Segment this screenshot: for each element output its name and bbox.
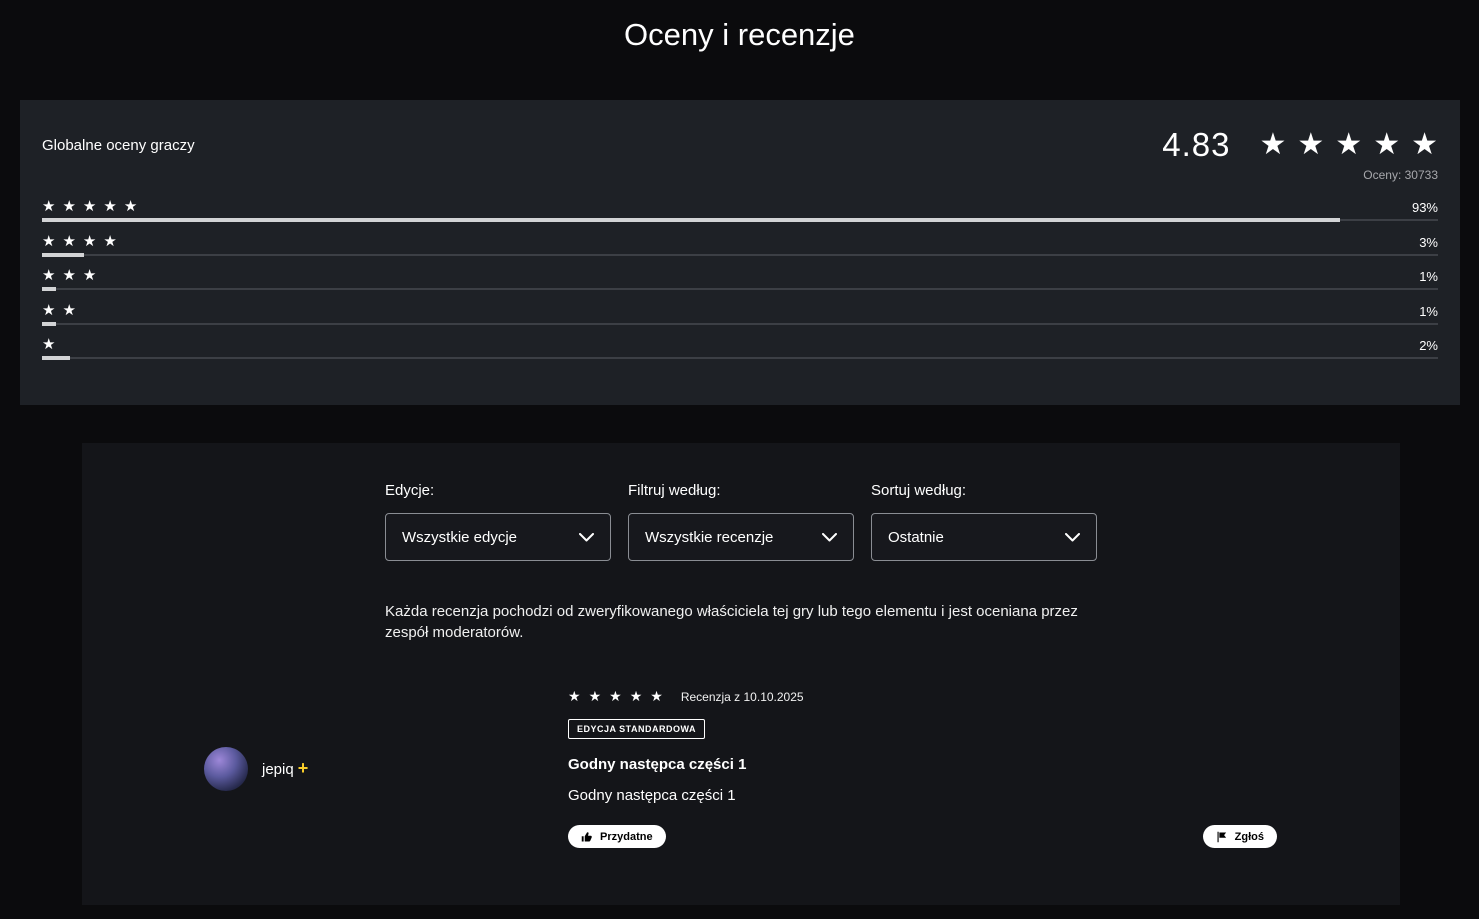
star-icon: ★ (589, 688, 602, 704)
star-icon: ★ (62, 198, 75, 215)
review-header: ★ ★ ★ ★ ★ Recenzja z 10.10.2025 (568, 689, 1277, 705)
star-icon: ★ (1259, 128, 1286, 161)
filter-by-dropdown[interactable]: Wszystkie recenzje (628, 513, 854, 561)
rating-row-3-stars: ★ ★ ★ 1% (42, 268, 1438, 303)
rating-row-4-stars: ★ ★ ★ ★ 3% (42, 234, 1438, 269)
rating-bar-fill (42, 253, 84, 257)
editions-label: Edycje: (385, 482, 611, 499)
filter-group-editions: Edycje: Wszystkie edycje (385, 482, 611, 561)
reviews-panel: Edycje: Wszystkie edycje Filtruj według:… (82, 443, 1400, 905)
rating-percent: 1% (1419, 304, 1438, 319)
rating-row-1-stars: ★ 2% (42, 337, 1438, 372)
chevron-down-icon (822, 533, 837, 542)
rating-bar (42, 219, 1438, 221)
editions-dropdown[interactable]: Wszystkie edycje (385, 513, 611, 561)
rating-row-stars: ★★ (42, 303, 83, 319)
report-button[interactable]: Zgłoś (1203, 825, 1277, 848)
edition-badge: EDYCJA STANDARDOWA (568, 719, 705, 739)
sort-by-label: Sortuj według: (871, 482, 1097, 499)
star-icon: ★ (609, 688, 622, 704)
rating-percent: 1% (1419, 269, 1438, 284)
filter-group-filter-by: Filtruj według: Wszystkie recenzje (628, 482, 854, 561)
star-icon: ★ (62, 302, 75, 319)
review-body: Godny następca części 1 (568, 787, 1277, 804)
star-icon: ★ (83, 267, 96, 284)
star-icon: ★ (42, 302, 55, 319)
star-icon: ★ (103, 198, 116, 215)
star-icon: ★ (103, 233, 116, 250)
star-icon: ★ (42, 336, 55, 353)
rating-row-5-stars: ★ ★ ★ ★ ★ 93% (42, 199, 1438, 234)
star-icon: ★ (62, 233, 75, 250)
helpful-button[interactable]: Przydatne (568, 825, 666, 848)
page-title: Oceny i recenzje (0, 0, 1479, 56)
review-item: jepiq+ ★ ★ ★ ★ ★ Recenzja z 10.10.2025 EDYCJ… (82, 689, 1400, 848)
star-icon: ★ (42, 233, 55, 250)
username-wrap: jepiq+ (262, 759, 308, 779)
rating-bar (42, 254, 1438, 256)
report-button-label: Zgłoś (1235, 831, 1264, 843)
star-icon: ★ (568, 688, 581, 704)
review-date: Recenzja z 10.10.2025 (681, 690, 804, 704)
ps-plus-icon: + (298, 758, 309, 778)
star-icon: ★ (83, 198, 96, 215)
review-main: ★ ★ ★ ★ ★ Recenzja z 10.10.2025 EDYCJA STAND… (568, 689, 1277, 848)
rating-percent: 3% (1419, 235, 1438, 250)
reviews-disclaimer: Każda recenzja pochodzi od zweryfikowane… (385, 601, 1090, 643)
review-title: Godny następca części 1 (568, 756, 1277, 773)
star-icon: ★ (42, 267, 55, 284)
star-icon: ★ (62, 267, 75, 284)
average-rating-block: 4.83 ★ ★ ★ ★ ★ (1162, 126, 1438, 164)
rating-bar (42, 288, 1438, 290)
star-icon: ★ (1335, 128, 1362, 161)
sort-by-dropdown-value: Ostatnie (888, 529, 944, 546)
rating-bar (42, 357, 1438, 359)
rating-bar-fill (42, 356, 70, 360)
star-icon: ★ (1373, 128, 1400, 161)
rating-row-stars: ★ (42, 337, 62, 353)
filter-by-label: Filtruj według: (628, 482, 854, 499)
rating-percent: 2% (1419, 338, 1438, 353)
star-icon: ★ (83, 233, 96, 250)
rating-bar-fill (42, 287, 56, 291)
filter-group-sort-by: Sortuj według: Ostatnie (871, 482, 1097, 561)
rating-row-stars: ★ ★ ★ ★ ★ (42, 199, 144, 215)
rating-row-stars: ★ ★ ★ (42, 268, 103, 284)
filters-row: Edycje: Wszystkie edycje Filtruj według:… (385, 482, 1400, 561)
average-rating-value: 4.83 (1162, 126, 1230, 164)
rating-percent: 93% (1412, 200, 1438, 215)
star-icon: ★ (1411, 128, 1438, 161)
rating-bar (42, 323, 1438, 325)
review-actions: Przydatne Zgłoś (568, 825, 1277, 848)
review-stars: ★ ★ ★ ★ ★ (568, 689, 671, 705)
star-icon: ★ (1297, 128, 1324, 161)
rating-bar-fill (42, 322, 56, 326)
average-stars: ★ ★ ★ ★ ★ (1248, 130, 1438, 160)
thumbs-up-icon (581, 831, 593, 843)
sort-by-dropdown[interactable]: Ostatnie (871, 513, 1097, 561)
username: jepiq (262, 761, 294, 778)
rating-bar-fill (42, 218, 1340, 222)
ratings-count: Oceny: 30733 (42, 168, 1438, 182)
helpful-button-label: Przydatne (600, 831, 653, 843)
star-icon: ★ (630, 688, 643, 704)
star-icon: ★ (42, 198, 55, 215)
star-icon: ★ (650, 688, 663, 704)
review-user: jepiq+ (204, 689, 568, 848)
global-ratings-heading: Globalne oceny graczy (42, 137, 195, 154)
filter-by-dropdown-value: Wszystkie recenzje (645, 529, 773, 546)
flag-icon (1216, 831, 1228, 843)
star-icon: ★ (124, 198, 137, 215)
avatar (204, 747, 248, 791)
rating-row-2-stars: ★★1% (42, 303, 1438, 338)
ratings-panel: Globalne oceny graczy 4.83 ★★★★★ Oceny: … (20, 100, 1460, 405)
chevron-down-icon (579, 533, 594, 542)
rating-row-stars: ★ ★ ★ ★ (42, 234, 124, 250)
editions-dropdown-value: Wszystkie edycje (402, 529, 517, 546)
rating-distribution: ★★★★★93%★★★★3%★★★1%★★1%★2% (42, 199, 1438, 372)
chevron-down-icon (1065, 533, 1080, 542)
